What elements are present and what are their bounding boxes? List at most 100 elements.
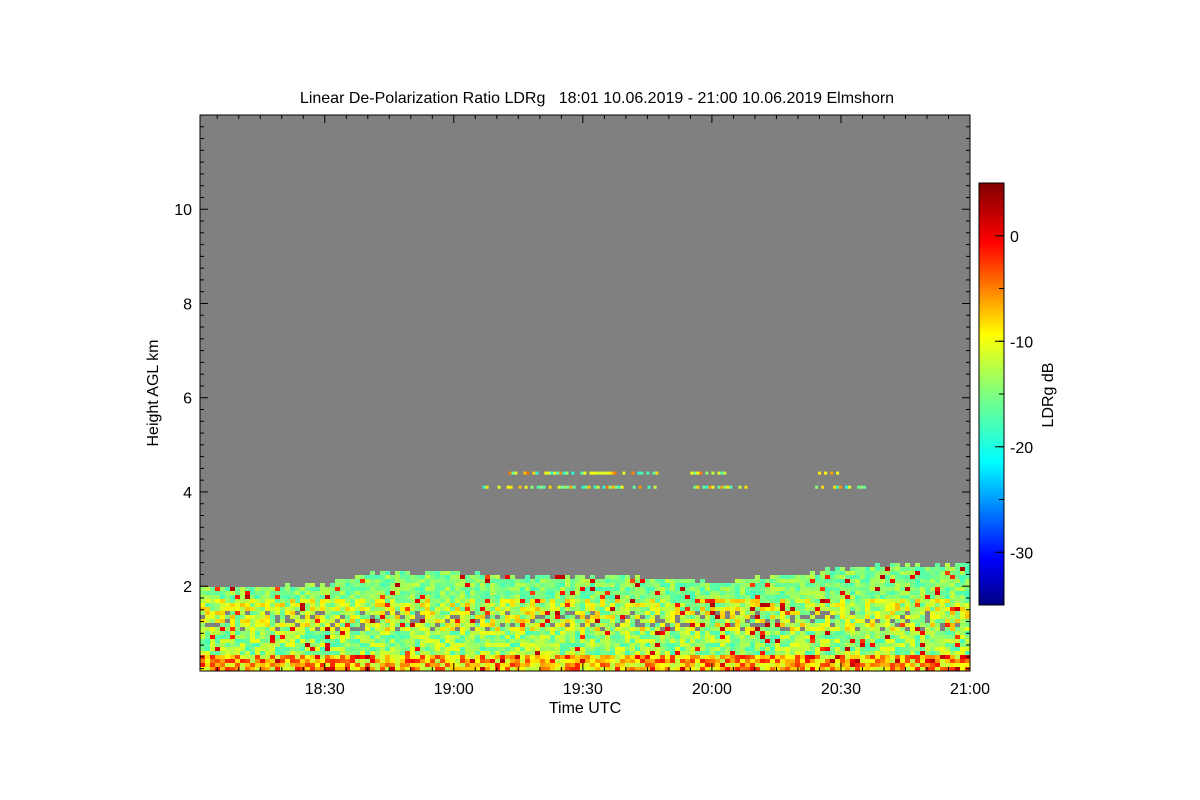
ldr-cell: [920, 615, 925, 619]
ldr-cell: [205, 603, 210, 607]
ldr-cell: [905, 643, 910, 647]
ldr-cell: [800, 583, 805, 587]
ldr-cell: [320, 627, 325, 631]
ldr-cell: [510, 583, 515, 587]
ldr-cell: [805, 579, 810, 583]
ldr-cell: [665, 639, 670, 643]
ldr-cell: [325, 651, 330, 655]
ldr-cell: [495, 643, 500, 647]
ldr-cell: [540, 619, 545, 623]
ldr-cell: [275, 591, 280, 595]
ldr-cell: [295, 603, 300, 607]
ldr-cell: [525, 607, 530, 611]
ldr-cell: [855, 595, 860, 599]
ldr-cell: [830, 603, 835, 607]
ldr-cell: [440, 663, 445, 667]
ldr-cell: [230, 603, 235, 607]
ldr-cell: [690, 655, 695, 659]
ldr-cell: [500, 615, 505, 619]
ldr-cell: [700, 663, 705, 667]
ldr-cell: [330, 643, 335, 647]
ldr-cell: [290, 615, 295, 619]
ldr-cell: [450, 623, 455, 627]
ldr-cell: [230, 627, 235, 631]
ldr-cell: [675, 623, 680, 627]
ldr-cell: [500, 655, 505, 659]
ldr-cell: [460, 599, 465, 603]
ldr-cell: [205, 647, 210, 651]
ldr-cell: [345, 647, 350, 651]
ldr-cell: [675, 603, 680, 607]
ldr-cell: [465, 583, 470, 587]
ldr-cell: [810, 571, 815, 575]
ldr-cell: [680, 639, 685, 643]
ldr-cell: [405, 579, 410, 583]
ldr-cell: [425, 631, 430, 635]
ldr-cell: [425, 655, 430, 659]
ldr-cell: [455, 595, 460, 599]
ldr-cell: [575, 591, 580, 595]
ldr-cell: [670, 655, 675, 659]
ldr-cell: [275, 603, 280, 607]
ldr-cell: [855, 639, 860, 643]
ldr-cell: [845, 659, 850, 663]
ldr-cell: [315, 651, 320, 655]
ldr-cell: [525, 603, 530, 607]
ldr-cell: [275, 647, 280, 651]
ldr-cell: [825, 667, 830, 671]
ldr-cell: [925, 599, 930, 603]
ldr-cell: [605, 603, 610, 607]
ldr-cell: [395, 615, 400, 619]
ldr-cell: [460, 611, 465, 615]
ldr-cell: [240, 635, 245, 639]
ldr-cell: [660, 663, 665, 667]
ldr-cell: [355, 639, 360, 643]
ldr-cell: [270, 643, 275, 647]
ldr-cell: [560, 575, 565, 579]
ldr-cell: [835, 639, 840, 643]
ldr-cell: [545, 595, 550, 599]
ldr-cell: [550, 619, 555, 623]
ldr-cell: [785, 639, 790, 643]
ldr-cell: [415, 659, 420, 663]
ldr-cell: [915, 563, 920, 567]
ldr-cell: [450, 627, 455, 631]
ldr-cell: [285, 595, 290, 599]
ldr-cell: [935, 583, 940, 587]
ldr-cell: [475, 659, 480, 663]
ldr-cell: [370, 603, 375, 607]
ldr-cell: [490, 643, 495, 647]
ldr-cell: [280, 639, 285, 643]
ldr-cell: [850, 659, 855, 663]
ldr-cell: [435, 635, 440, 639]
cloud-cell: [556, 471, 560, 475]
ldr-cell: [590, 595, 595, 599]
ldr-cell: [885, 587, 890, 591]
ldr-cell: [255, 595, 260, 599]
ldr-cell: [665, 603, 670, 607]
ldr-cell: [400, 627, 405, 631]
ldr-cell: [795, 631, 800, 635]
ldr-cell: [215, 619, 220, 623]
ldr-cell: [430, 663, 435, 667]
ldr-cell: [400, 643, 405, 647]
ldr-cell: [685, 631, 690, 635]
ldr-cell: [555, 615, 560, 619]
ldr-cell: [720, 599, 725, 603]
ldr-cell: [705, 655, 710, 659]
ldr-cell: [205, 631, 210, 635]
ldr-cell: [960, 667, 965, 671]
ldr-cell: [850, 615, 855, 619]
ldr-cell: [255, 655, 260, 659]
ldr-cell: [805, 655, 810, 659]
ldr-cell: [465, 659, 470, 663]
ldr-cell: [540, 595, 545, 599]
ldr-cell: [900, 647, 905, 651]
ldr-cell: [665, 591, 670, 595]
ldr-cell: [220, 627, 225, 631]
ldr-cell: [935, 655, 940, 659]
ldr-cell: [270, 639, 275, 643]
ldr-cell: [575, 659, 580, 663]
ldr-cell: [215, 631, 220, 635]
ldr-cell: [225, 659, 230, 663]
